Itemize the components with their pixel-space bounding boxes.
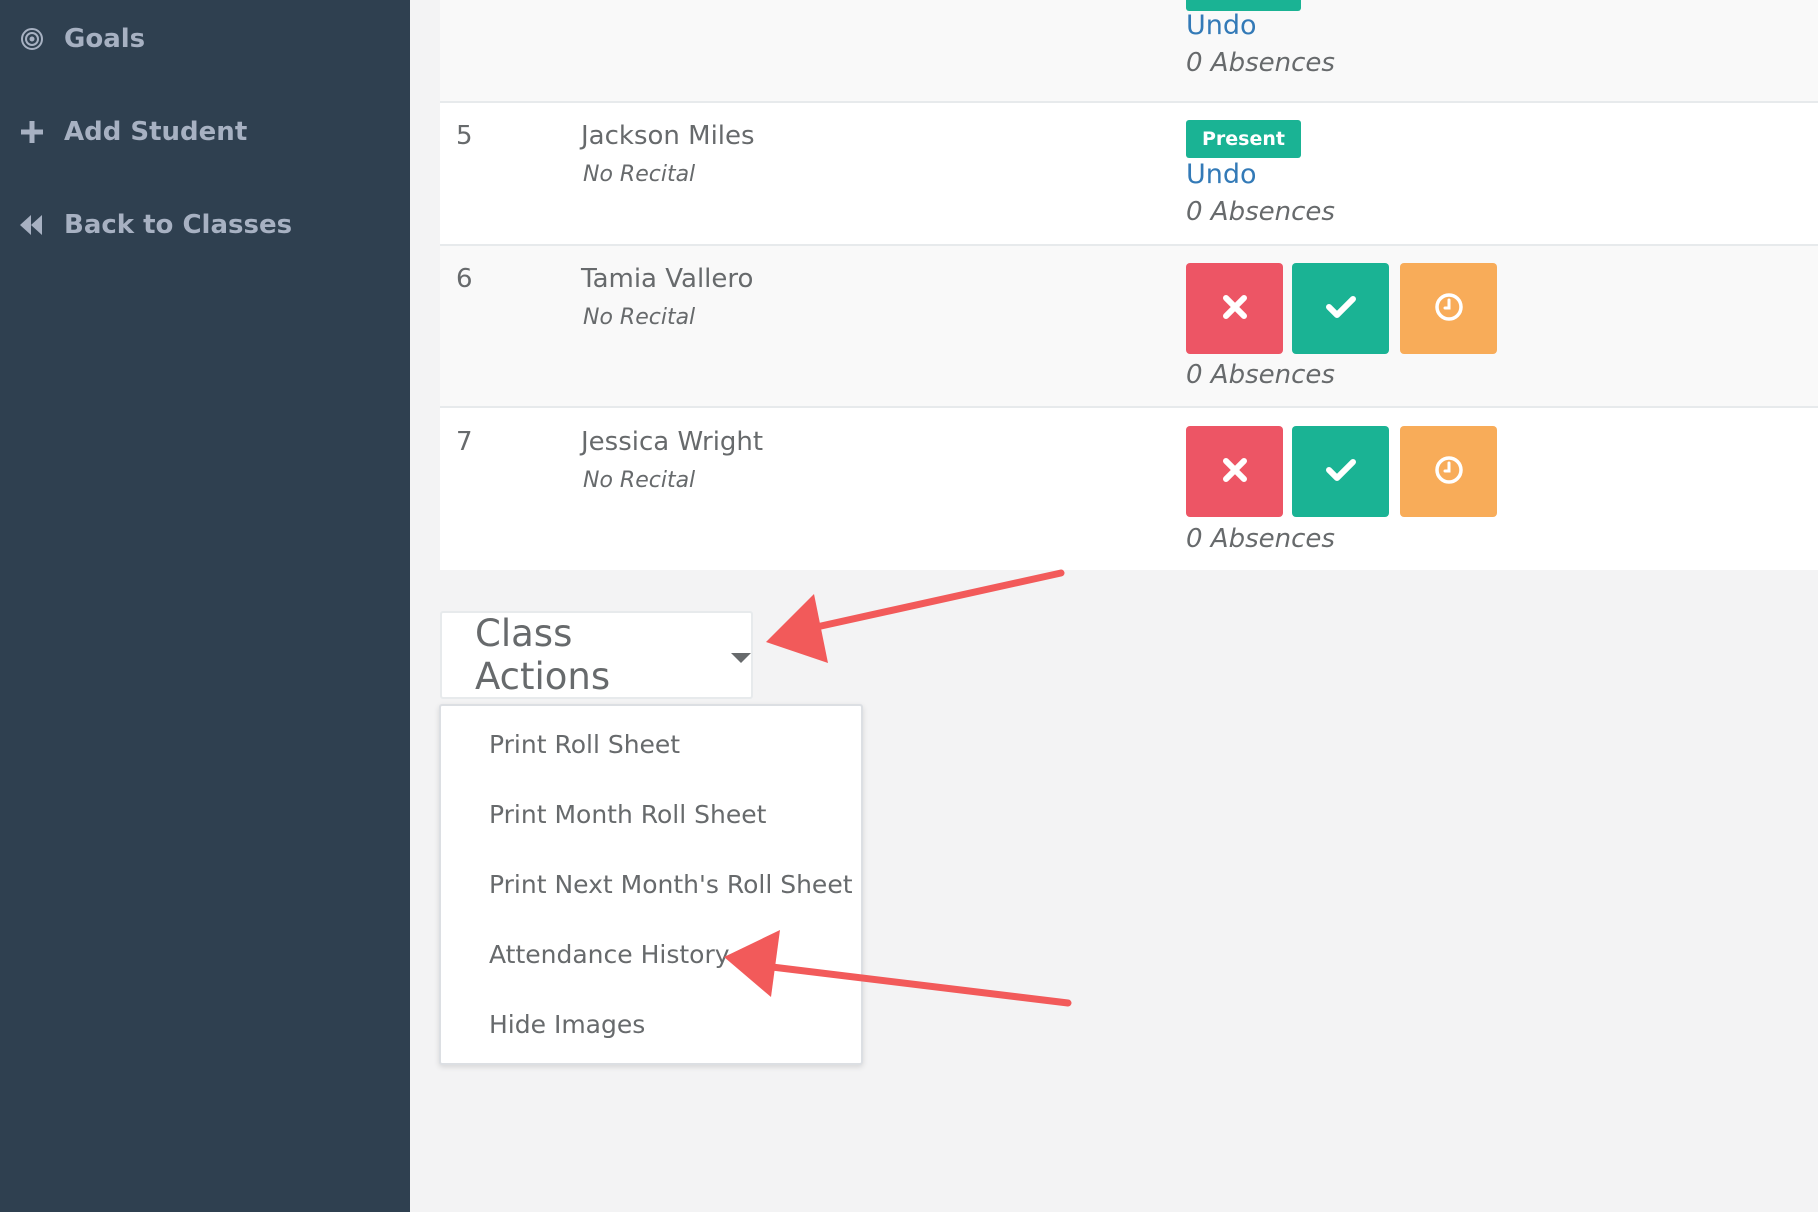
mark-late-button[interactable] — [1400, 426, 1497, 517]
table-row: Present Undo 0 Absences — [440, 0, 1818, 101]
caret-down-icon — [731, 653, 751, 663]
roster-table: Present Undo 0 Absences 5 Jackson Miles … — [440, 0, 1818, 570]
mark-present-button[interactable] — [1292, 263, 1389, 354]
absence-count: 0 Absences — [1186, 524, 1335, 554]
table-row: 6 Tamia Vallero No Recital 0 Absences — [440, 244, 1818, 408]
plus-icon — [18, 121, 46, 143]
sidebar-item-label: Back to Classes — [64, 210, 293, 240]
sidebar-item-goals[interactable]: Goals — [18, 24, 145, 54]
class-actions-menu: Print Roll Sheet Print Month Roll Sheet … — [439, 704, 863, 1065]
clock-icon — [1434, 292, 1464, 326]
menu-item-print-month-roll-sheet[interactable]: Print Month Roll Sheet — [489, 800, 766, 829]
menu-item-hide-images[interactable]: Hide Images — [489, 1010, 645, 1039]
fast-backward-icon — [18, 213, 46, 237]
row-number: 5 — [456, 121, 473, 151]
sidebar-item-label: Goals — [64, 24, 146, 54]
recital-status: No Recital — [583, 468, 696, 493]
check-icon — [1325, 458, 1356, 486]
check-icon — [1325, 295, 1356, 323]
sidebar: Goals Add Student Back to Classes — [0, 0, 410, 1212]
main-content: Present Undo 0 Absences 5 Jackson Miles … — [410, 0, 1818, 1212]
sidebar-item-back-to-classes[interactable]: Back to Classes — [18, 210, 292, 240]
undo-link[interactable]: Undo — [1186, 159, 1257, 190]
target-icon — [18, 26, 46, 52]
mark-late-button[interactable] — [1400, 263, 1497, 354]
status-badge: Present — [1186, 120, 1301, 158]
absence-count: 0 Absences — [1186, 48, 1335, 78]
close-icon — [1222, 294, 1248, 324]
table-row: 7 Jessica Wright No Recital 0 Absences — [440, 406, 1818, 572]
menu-item-print-next-month-roll-sheet[interactable]: Print Next Month's Roll Sheet — [489, 870, 853, 899]
menu-item-attendance-history[interactable]: Attendance History — [489, 940, 730, 969]
student-name: Tamia Vallero — [581, 264, 754, 294]
mark-present-button[interactable] — [1292, 426, 1389, 517]
sidebar-item-add-student[interactable]: Add Student — [18, 117, 247, 147]
sidebar-item-label: Add Student — [64, 117, 248, 147]
undo-link[interactable]: Undo — [1186, 10, 1257, 41]
absence-count: 0 Absences — [1186, 360, 1335, 390]
close-icon — [1222, 457, 1248, 487]
table-row: 5 Jackson Miles No Recital Present Undo … — [440, 101, 1818, 246]
menu-item-print-roll-sheet[interactable]: Print Roll Sheet — [489, 730, 680, 759]
mark-absent-button[interactable] — [1186, 426, 1283, 517]
student-name: Jessica Wright — [581, 427, 764, 457]
clock-icon — [1434, 455, 1464, 489]
mark-absent-button[interactable] — [1186, 263, 1283, 354]
class-actions-button[interactable]: Class Actions — [440, 611, 753, 699]
absence-count: 0 Absences — [1186, 197, 1335, 227]
recital-status: No Recital — [583, 162, 696, 187]
class-actions-label: Class Actions — [475, 612, 611, 698]
row-number: 6 — [456, 264, 473, 294]
row-number: 7 — [456, 427, 473, 457]
student-name: Jackson Miles — [581, 121, 755, 151]
recital-status: No Recital — [583, 305, 696, 330]
